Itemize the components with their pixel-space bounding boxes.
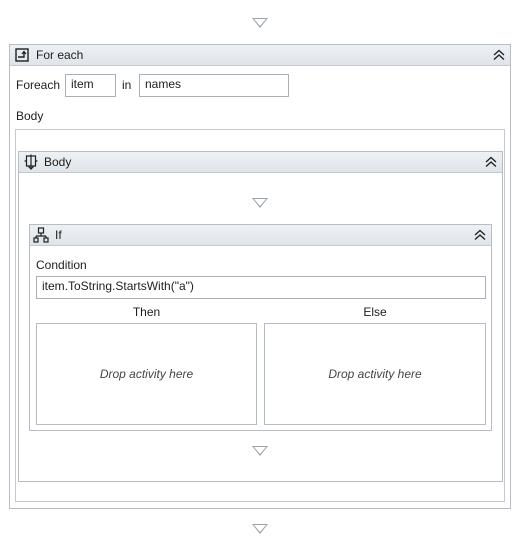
body-sequence-title: Body: [44, 155, 72, 169]
then-label: Then: [132, 305, 161, 319]
else-label: Else: [363, 305, 387, 319]
else-drop-zone[interactable]: Drop activity here: [264, 323, 486, 425]
foreach-header[interactable]: For each: [10, 45, 510, 66]
in-label: in: [122, 78, 132, 92]
item-variable-input[interactable]: item: [65, 74, 116, 97]
foreach-label: Foreach: [16, 78, 61, 92]
if-header[interactable]: If: [30, 225, 491, 246]
then-drop-zone[interactable]: Drop activity here: [36, 323, 257, 425]
body-sequence[interactable]: Body If Condition item.ToString.StartsWi…: [18, 151, 503, 482]
collapse-chevrons-icon[interactable]: [473, 228, 487, 242]
sequence-icon: [24, 154, 38, 170]
collapse-chevrons-icon[interactable]: [492, 48, 506, 62]
if-title: If: [55, 228, 62, 242]
condition-label: Condition: [36, 258, 87, 272]
foreach-icon: [15, 48, 29, 62]
foreach-activity[interactable]: For each Foreach item in names Body Body…: [9, 44, 511, 509]
if-icon: [33, 227, 49, 243]
foreach-title: For each: [36, 48, 84, 62]
if-activity[interactable]: If Condition item.ToString.StartsWith("a…: [29, 224, 492, 431]
body-container[interactable]: Body If Condition item.ToString.StartsWi…: [15, 129, 505, 502]
collection-input[interactable]: names: [139, 74, 289, 97]
condition-input[interactable]: item.ToString.StartsWith("a"): [36, 276, 486, 299]
body-label: Body: [16, 109, 44, 123]
body-sequence-header[interactable]: Body: [19, 152, 502, 173]
collapse-chevrons-icon[interactable]: [484, 155, 498, 169]
